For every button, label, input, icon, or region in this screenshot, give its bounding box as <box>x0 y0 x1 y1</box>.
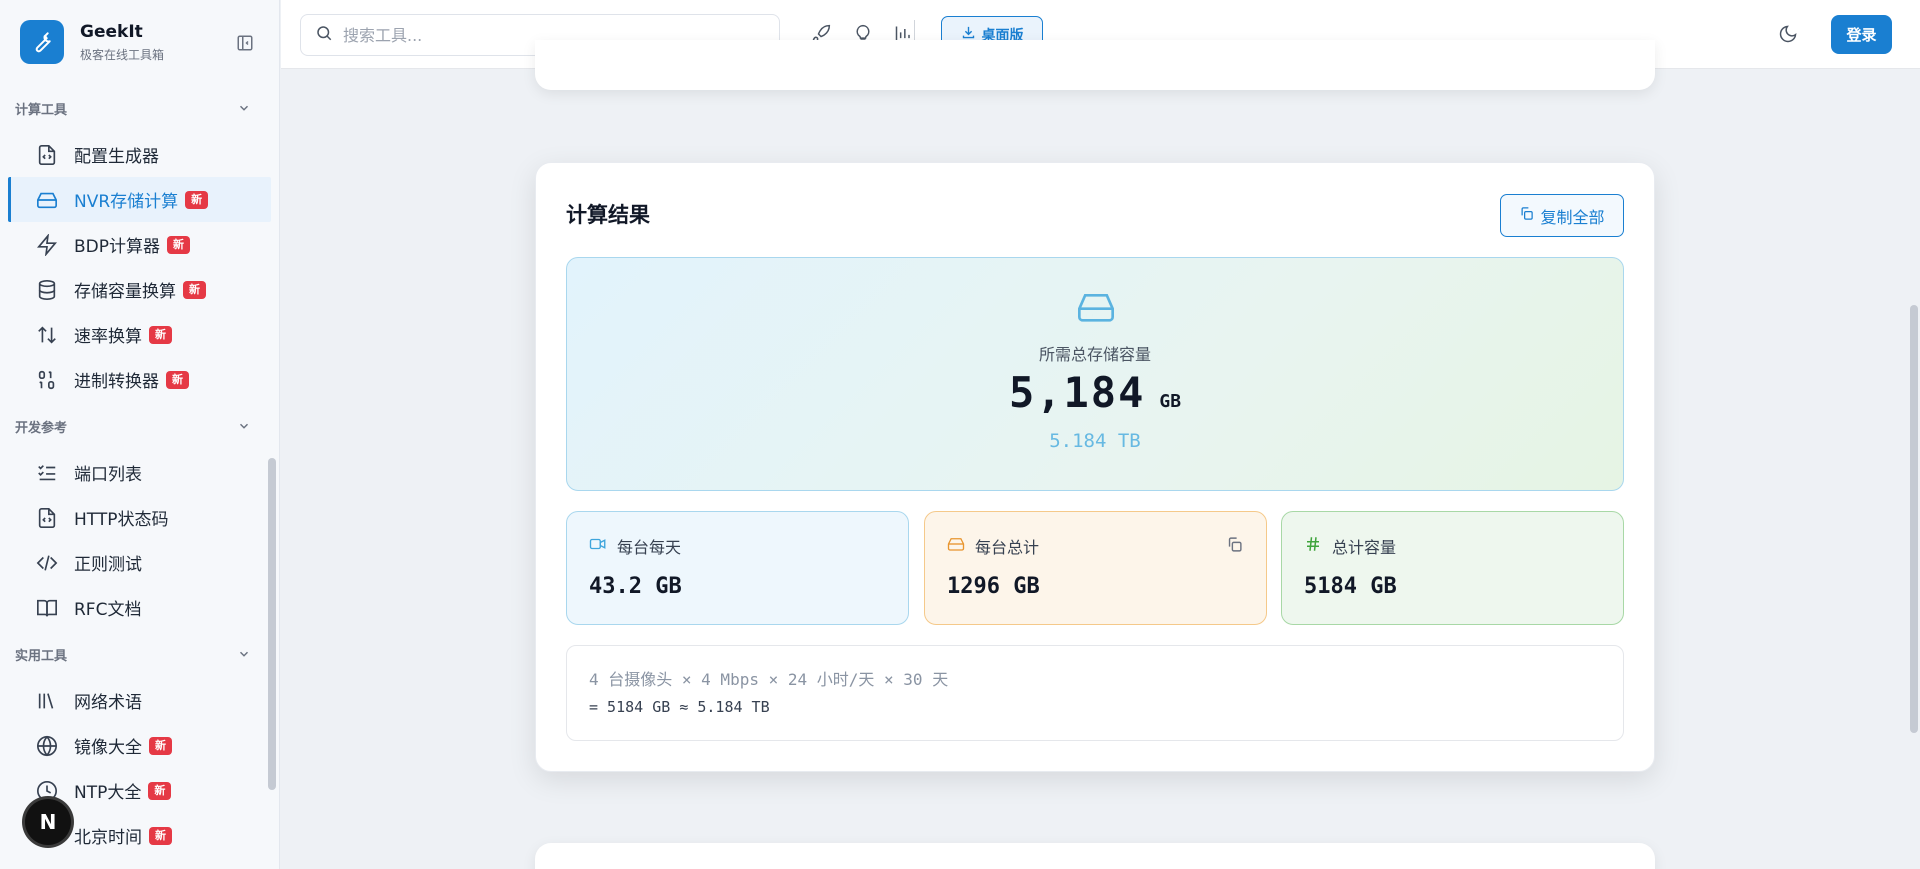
sidebar-item-label: RFC文档 <box>74 600 142 620</box>
sidebar-item-rfc-docs[interactable]: RFC文档 <box>8 585 271 630</box>
sidebar-item-rate-conversion[interactable]: 速率换算 新 <box>8 312 271 357</box>
total-storage-number: 5,184 <box>1008 368 1146 417</box>
section-title: 实用工具 <box>15 648 68 664</box>
section-dev-reference[interactable]: 开发参考 <box>0 402 279 450</box>
sidebar-item-nvr-storage[interactable]: NVR存储计算 新 <box>8 177 271 222</box>
result-card: 计算结果 复制全部 所需总存储容量 5,184 GB 5.184 TB 每台每天 … <box>535 162 1655 772</box>
sidebar-item-config-generator[interactable]: 配置生成器 <box>8 132 271 177</box>
login-button[interactable]: 登录 <box>1831 15 1892 54</box>
stat-value: 43.2 GB <box>589 574 682 599</box>
database-icon <box>36 279 58 301</box>
new-badge: 新 <box>148 781 172 800</box>
code-brackets-icon <box>36 552 58 574</box>
stat-label: 总计容量 <box>1332 538 1397 557</box>
new-badge: 新 <box>149 325 172 344</box>
sidebar-item-network-terms[interactable]: 网络术语 <box>8 678 271 723</box>
sidebar-item-regex-test[interactable]: 正则测试 <box>8 540 271 585</box>
stat-label: 每台总计 <box>975 538 1040 557</box>
sidebar-item-label: NTP大全 <box>74 783 142 803</box>
sidebar-item-label: HTTP状态码 <box>74 510 169 530</box>
new-badge: 新 <box>149 826 172 845</box>
chevron-down-icon <box>237 647 251 661</box>
nextjs-dev-icon[interactable]: N <box>25 799 71 845</box>
formula-box: 4 台摄像头 × 4 Mbps × 24 小时/天 × 30 天 = 5184 … <box>566 645 1624 741</box>
new-badge: 新 <box>183 280 206 299</box>
new-badge: 新 <box>166 370 189 389</box>
hard-drive-icon <box>36 189 58 211</box>
section-compute-tools[interactable]: 计算工具 <box>0 84 279 132</box>
total-storage-panel: 所需总存储容量 5,184 GB 5.184 TB <box>566 257 1624 491</box>
sidebar-item-label: 网络术语 <box>74 693 142 713</box>
sidebar-item-label: 速率换算 <box>74 327 142 347</box>
copy-icon[interactable] <box>1226 536 1244 554</box>
lightning-icon <box>36 233 58 256</box>
sidebar-item-label: 镜像大全 <box>74 738 142 758</box>
sidebar-item-label: 进制转换器 <box>74 372 159 392</box>
library-icon <box>36 690 58 712</box>
new-badge: 新 <box>149 736 172 755</box>
copy-all-label: 复制全部 <box>1540 207 1605 227</box>
section-title: 计算工具 <box>15 102 68 118</box>
video-camera-icon <box>589 535 607 557</box>
sidebar-item-port-list[interactable]: 端口列表 <box>8 450 271 495</box>
total-storage-unit: GB <box>1159 391 1182 412</box>
sidebar-item-base-converter[interactable]: 进制转换器 新 <box>8 357 271 402</box>
wrench-icon <box>20 20 64 64</box>
stat-total-capacity: 总计容量 5184 GB <box>1281 511 1624 625</box>
search-icon <box>315 24 333 46</box>
total-storage-value: 5,184 GB <box>567 368 1623 417</box>
sidebar-scrollbar[interactable] <box>268 458 276 790</box>
brand-subtitle: 极客在线工具箱 <box>80 47 165 62</box>
sidebar-item-mirrors[interactable]: 镜像大全 新 <box>8 723 271 768</box>
sidebar-item-label: NVR存储计算 <box>74 192 179 212</box>
formula-expression: 4 台摄像头 × 4 Mbps × 24 小时/天 × 30 天 <box>589 670 949 689</box>
brand-name: GeekIt <box>80 21 143 42</box>
arrows-up-down-icon <box>36 324 58 346</box>
book-icon <box>36 597 58 619</box>
sidebar-item-label: 端口列表 <box>74 465 142 485</box>
code-file-icon <box>36 507 58 529</box>
sidebar-item-label: 正则测试 <box>74 555 142 575</box>
section-utility-tools[interactable]: 实用工具 <box>0 630 279 678</box>
sidebar-item-label: 北京时间 <box>74 828 142 848</box>
new-badge: 新 <box>167 235 191 254</box>
code-file-icon <box>36 144 58 166</box>
brand[interactable]: GeekIt 极客在线工具箱 <box>0 0 279 84</box>
result-title: 计算结果 <box>566 203 650 227</box>
hard-drive-icon <box>947 535 965 557</box>
new-badge: 新 <box>185 190 209 209</box>
sidebar: GeekIt 极客在线工具箱 计算工具 配置生成器 NVR存储计算 新 BDP计… <box>0 0 280 869</box>
next-card <box>535 843 1655 869</box>
stat-per-camera-per-day: 每台每天 43.2 GB <box>566 511 909 625</box>
stat-per-camera-total: 每台总计 1296 GB <box>924 511 1267 625</box>
chevron-down-icon <box>237 419 251 433</box>
formula-result: = 5184 GB ≈ 5.184 TB <box>589 698 770 716</box>
sidebar-item-http-status[interactable]: HTTP状态码 <box>8 495 271 540</box>
moon-icon[interactable] <box>1776 22 1800 46</box>
sidebar-item-label: 配置生成器 <box>74 147 159 167</box>
sidebar-item-label: BDP计算器 <box>74 237 161 257</box>
sidebar-collapse-icon[interactable] <box>235 33 255 53</box>
total-storage-label: 所需总存储容量 <box>1038 345 1151 364</box>
sidebar-item-storage-conversion[interactable]: 存储容量换算 新 <box>8 267 271 312</box>
copy-all-button[interactable]: 复制全部 <box>1500 194 1624 237</box>
previous-card <box>535 40 1655 90</box>
main-scrollbar[interactable] <box>1910 305 1918 733</box>
sidebar-item-label: 存储容量换算 <box>74 282 176 302</box>
globe-icon <box>36 735 58 757</box>
hard-drive-icon <box>1076 290 1116 324</box>
binary-icon <box>36 369 58 391</box>
stat-value: 1296 GB <box>947 574 1040 599</box>
chevron-down-icon <box>237 101 251 115</box>
checklist-icon <box>36 462 58 484</box>
stat-value: 5184 GB <box>1304 574 1397 599</box>
copy-icon <box>1519 206 1534 225</box>
hash-icon <box>1304 535 1322 557</box>
section-title: 开发参考 <box>15 420 68 436</box>
stat-label: 每台每天 <box>617 538 682 557</box>
total-storage-tb: 5.184 TB <box>1049 430 1141 452</box>
sidebar-item-bdp-calculator[interactable]: BDP计算器 新 <box>8 222 271 267</box>
